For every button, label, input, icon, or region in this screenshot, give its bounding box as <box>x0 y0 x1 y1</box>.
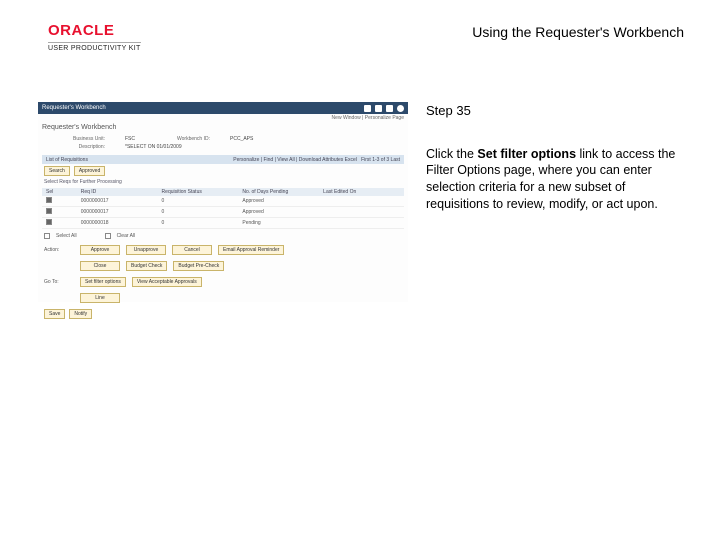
requisitions-table: Sel Req ID Requisition Status No. of Day… <box>42 188 404 229</box>
personalize-link[interactable]: Personalize | Find | View All | <box>233 157 297 163</box>
highlighted-link-name: Set filter options <box>477 147 576 161</box>
unapprove-button[interactable]: Unapprove <box>126 245 166 255</box>
app-title: Requester's Workbench <box>42 105 106 111</box>
notify-button[interactable]: Notify <box>69 309 92 319</box>
range-text: 1-3 of 3 <box>372 157 389 163</box>
embedded-app-screenshot: Requester's Workbench New Window | Perso… <box>38 102 408 302</box>
page-title: Requester's Workbench <box>38 122 408 135</box>
description-label: Description: <box>50 144 105 150</box>
download-excel-link[interactable]: Download Attributes Excel <box>299 157 357 163</box>
first-link[interactable]: First <box>361 157 371 163</box>
view-approvals-link[interactable]: View Acceptable Approvals <box>132 277 202 287</box>
select-all-label[interactable]: Select All <box>56 233 77 239</box>
description-value: *SELECT ON 01/01/2009 <box>125 144 182 150</box>
cell-days: 0 <box>160 220 241 226</box>
budget-check-button[interactable]: Budget Check <box>126 261 167 271</box>
cell-req-id[interactable]: 0000000017 <box>79 209 160 215</box>
business-unit-label: Business Unit: <box>50 136 105 142</box>
approve-button[interactable]: Approve <box>80 245 120 255</box>
signout-icon[interactable] <box>397 105 404 112</box>
cell-req-id[interactable]: 0000000017 <box>79 198 160 204</box>
row-checkbox[interactable] <box>46 219 52 225</box>
close-button[interactable]: Close <box>80 261 120 271</box>
clear-all-checkbox[interactable] <box>105 233 111 239</box>
cell-days: 0 <box>160 198 241 204</box>
clear-all-label[interactable]: Clear All <box>117 233 136 239</box>
list-header: List of Requisitions Personalize | Find … <box>42 155 404 164</box>
menu-icon[interactable] <box>386 105 393 112</box>
table-row[interactable]: 0000000017 0 Approved <box>42 207 404 218</box>
select-all-checkbox[interactable] <box>44 233 50 239</box>
col-days: No. of Days Pending <box>240 189 321 195</box>
titlebar-icons <box>364 105 404 112</box>
cell-status: Pending <box>240 220 321 226</box>
document-title: Using the Requester's Workbench <box>472 22 684 40</box>
col-sel: Sel <box>44 189 79 195</box>
instruction-panel: Step 35 Click the Set filter options lin… <box>426 102 686 302</box>
product-name: USER PRODUCTIVITY KIT <box>48 45 141 52</box>
home-icon[interactable] <box>364 105 371 112</box>
cell-status: Approved <box>240 209 321 215</box>
list-title: List of Requisitions <box>46 157 88 163</box>
cell-status: Approved <box>240 198 321 204</box>
worklist-icon[interactable] <box>375 105 382 112</box>
app-titlebar: Requester's Workbench <box>38 102 408 114</box>
email-reminder-button[interactable]: Email Approval Reminder <box>218 245 284 255</box>
cell-req-id[interactable]: 0000000018 <box>79 220 160 226</box>
select-instruction: Select Reqs for Further Processing <box>38 178 408 186</box>
search-button[interactable]: Search <box>44 166 70 176</box>
table-row[interactable]: 0000000018 0 Pending <box>42 218 404 229</box>
workbench-id-label: Workbench ID: <box>155 136 210 142</box>
col-status: Requisition Status <box>160 189 241 195</box>
action-label: Action: <box>44 247 74 253</box>
cancel-button[interactable]: Cancel <box>172 245 212 255</box>
business-unit-value: FSC <box>125 136 135 142</box>
app-subline[interactable]: New Window | Personalize Page <box>38 114 408 122</box>
budget-precheck-button[interactable]: Budget Pre-Check <box>173 261 224 271</box>
cell-days: 0 <box>160 209 241 215</box>
col-req-id: Req ID <box>79 189 160 195</box>
col-last-edited: Last Edited On <box>321 189 402 195</box>
table-row[interactable]: 0000000017 0 Approved <box>42 196 404 207</box>
oracle-logo: ORACLE <box>48 22 141 43</box>
goto-label: Go To: <box>44 279 74 285</box>
instruction-text: Click the Set filter options link to acc… <box>426 146 686 214</box>
oracle-logo-block: ORACLE USER PRODUCTIVITY KIT <box>48 22 141 52</box>
step-label: Step 35 <box>426 102 686 120</box>
approved-filter-button[interactable]: Approved <box>74 166 105 176</box>
set-filter-options-link[interactable]: Set filter options <box>80 277 126 287</box>
workbench-id-value: PCC_APS <box>230 136 253 142</box>
save-button[interactable]: Save <box>44 309 65 319</box>
row-checkbox[interactable] <box>46 208 52 214</box>
line-button[interactable]: Line <box>80 293 120 303</box>
row-checkbox[interactable] <box>46 197 52 203</box>
last-link[interactable]: Last <box>391 157 400 163</box>
